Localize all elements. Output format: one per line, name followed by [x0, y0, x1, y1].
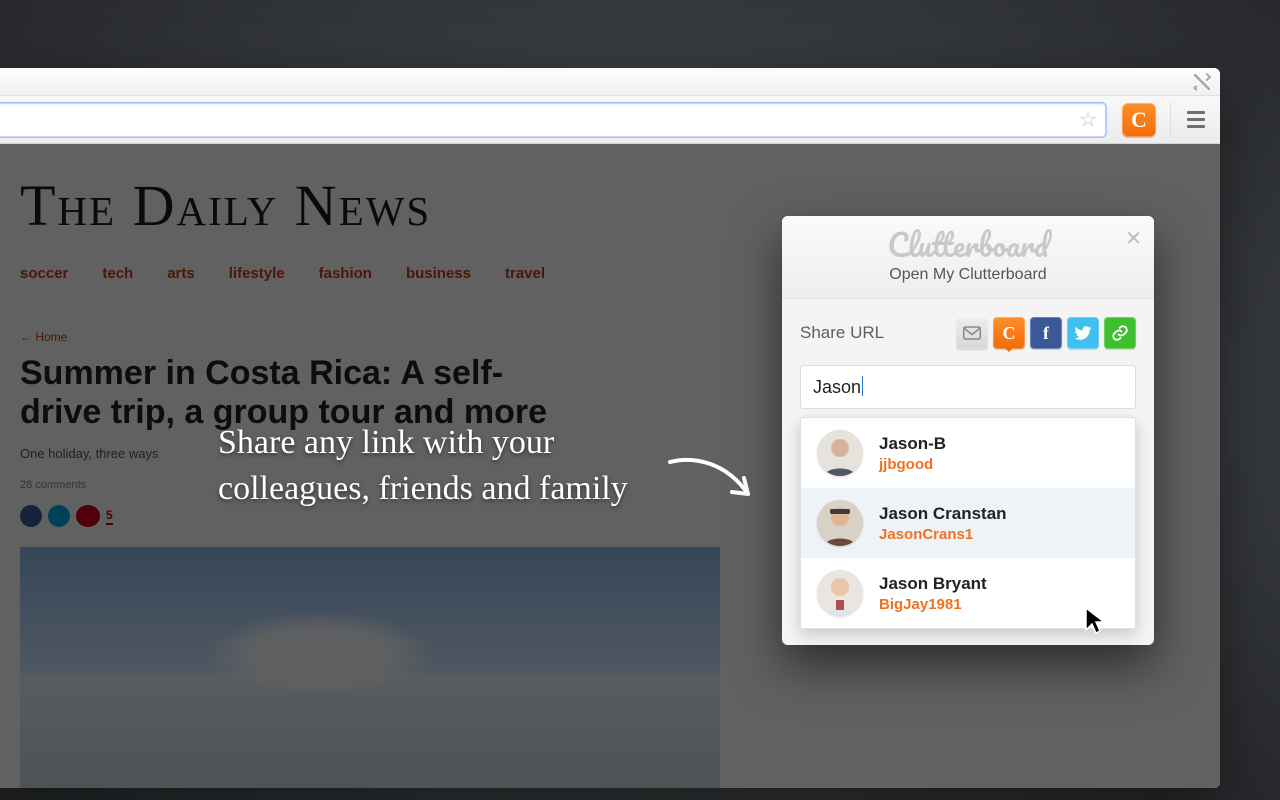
share-url-row: Share URL C f	[800, 317, 1136, 349]
suggestion-name: Jason Cranstan	[879, 504, 1007, 524]
url-bar[interactable]: ☆	[0, 103, 1106, 137]
text-caret	[862, 376, 863, 396]
share-popup: ✕ Clutterboard Open My Clutterboard Shar…	[782, 216, 1154, 645]
suggestion-row[interactable]: Jason Cranstan JasonCrans1	[801, 488, 1135, 558]
bookmark-star-icon[interactable]: ☆	[1079, 107, 1097, 132]
promo-caption: Share any link with your colleagues, fri…	[218, 420, 648, 512]
expand-icon[interactable]	[1194, 74, 1210, 90]
suggestion-handle: JasonCrans1	[879, 526, 1007, 543]
avatar	[817, 430, 863, 476]
recipient-search-input[interactable]: Jason	[800, 365, 1136, 409]
browser-toolbar: ☆ C	[0, 96, 1220, 144]
suggestion-handle: jjbgood	[879, 456, 946, 473]
share-link-icon[interactable]	[1104, 317, 1136, 349]
avatar	[817, 500, 863, 546]
popup-brand: Clutterboard	[798, 230, 1138, 260]
search-value: Jason	[813, 377, 861, 397]
suggestion-dropdown: Jason-B jjbgood Jason Cranstan JasonCran…	[800, 417, 1136, 629]
suggestion-name: Jason-B	[879, 434, 946, 454]
avatar	[817, 570, 863, 616]
share-facebook-icon[interactable]: f	[1030, 317, 1062, 349]
popup-header: ✕ Clutterboard Open My Clutterboard	[782, 216, 1154, 299]
share-clutterboard-icon[interactable]: C	[993, 317, 1025, 349]
share-twitter-icon[interactable]	[1067, 317, 1099, 349]
clutterboard-extension-icon[interactable]: C	[1122, 103, 1156, 137]
mouse-cursor-icon	[1084, 606, 1108, 636]
hamburger-menu-icon[interactable]	[1170, 103, 1208, 137]
share-mail-icon[interactable]	[956, 317, 988, 349]
window-titlebar	[0, 68, 1220, 96]
suggestion-handle: BigJay1981	[879, 596, 987, 613]
open-clutterboard-link[interactable]: Open My Clutterboard	[798, 266, 1138, 284]
share-url-label: Share URL	[800, 323, 884, 343]
close-icon[interactable]: ✕	[1125, 226, 1142, 251]
arrow-icon	[664, 452, 764, 512]
popup-body: Share URL C f Jason	[782, 299, 1154, 645]
suggestion-row[interactable]: Jason-B jjbgood	[801, 418, 1135, 488]
share-icon-set: C f	[956, 317, 1136, 349]
suggestion-name: Jason Bryant	[879, 574, 987, 594]
